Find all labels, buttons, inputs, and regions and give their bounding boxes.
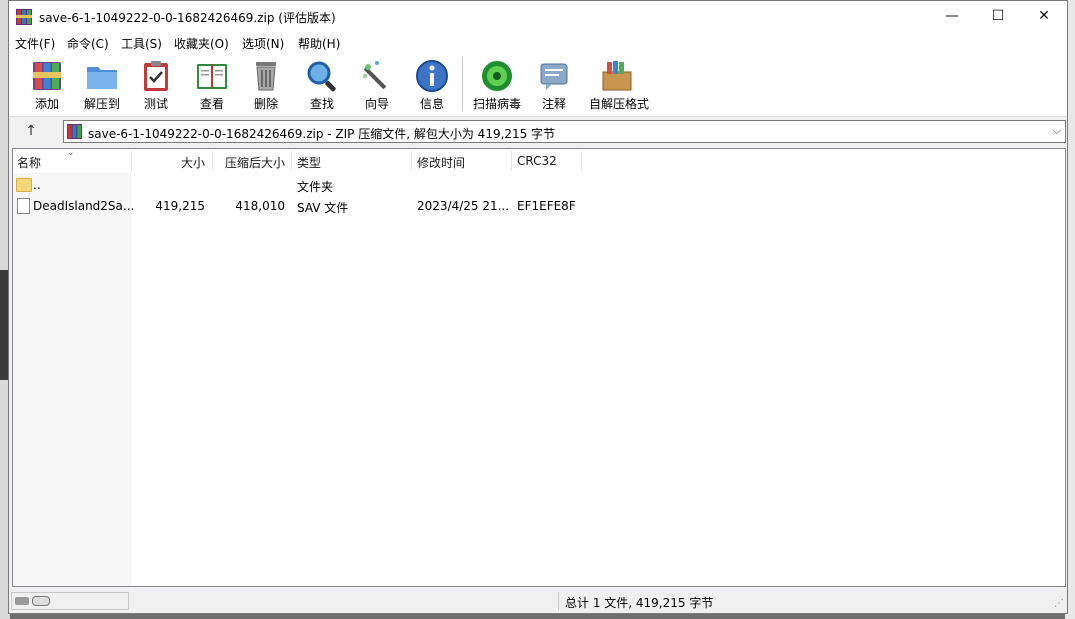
column-divider[interactable]: [581, 151, 582, 171]
add-archive-icon: [33, 62, 61, 90]
address-bar[interactable]: save-6-1-1049222-0-0-1682426469.zip - ZI…: [63, 120, 1066, 143]
up-arrow-icon[interactable]: ↑: [17, 123, 45, 141]
row-crc: EF1EFE8F: [517, 199, 576, 213]
wizard-label: 向导: [364, 97, 389, 111]
sfx-label: 自解压格式: [589, 97, 650, 111]
comment-icon: [540, 63, 568, 90]
column-header-type[interactable]: 类型: [297, 154, 321, 171]
extract-label: 解压到: [83, 97, 120, 111]
column-header-size[interactable]: 大小: [131, 154, 205, 171]
status-summary-panel: 总计 1 文件, 419,215 字节: [558, 592, 859, 610]
archive-icon: [67, 124, 82, 139]
title-bar: save-6-1-1049222-0-0-1682426469.zip (评估版…: [9, 1, 1067, 32]
virus-scan-icon: [482, 61, 512, 91]
virus-scan-label: 扫描病毒: [472, 97, 521, 111]
window-title: save-6-1-1049222-0-0-1682426469.zip (评估版…: [39, 11, 336, 25]
column-header-name[interactable]: 名称: [17, 154, 41, 171]
info-label: 信息: [419, 97, 444, 111]
info-button[interactable]: 信息: [404, 55, 460, 113]
view-label: 查看: [199, 97, 224, 111]
folder-icon: [16, 178, 32, 192]
row-name: ..: [33, 178, 41, 192]
menu-commands[interactable]: 命令(C): [67, 35, 109, 52]
close-button[interactable]: ✕: [1021, 1, 1067, 32]
menu-tools[interactable]: 工具(S): [121, 35, 162, 52]
add-label: 添加: [34, 97, 59, 111]
status-summary: 总计 1 文件, 419,215 字节: [565, 596, 714, 610]
row-size: 419,215: [155, 199, 205, 213]
minimize-button[interactable]: —: [929, 1, 975, 32]
resize-grip-icon[interactable]: ⋰: [1054, 598, 1064, 609]
file-list: 名称 ⌄ 大小 压缩后大小 类型 修改时间 CRC32 .. 文件夹 DeadI: [12, 148, 1066, 587]
column-divider[interactable]: [411, 151, 412, 171]
delete-button[interactable]: 删除: [238, 55, 294, 113]
menu-favorites[interactable]: 收藏夹(O): [174, 35, 229, 52]
row-packed: 418,010: [235, 199, 285, 213]
delete-label: 删除: [253, 97, 278, 111]
menu-bar: 文件(F) 命令(C) 工具(S) 收藏夹(O) 选项(N) 帮助(H): [9, 32, 1067, 52]
test-button[interactable]: 测试: [128, 55, 184, 113]
comment-label: 注释: [541, 97, 566, 111]
find-button[interactable]: 查找: [294, 55, 350, 113]
table-row[interactable]: .. 文件夹: [13, 175, 1065, 196]
column-header-row: 名称 ⌄ 大小 压缩后大小 类型 修改时间 CRC32: [13, 148, 1065, 173]
address-row: ↑ save-6-1-1049222-0-0-1682426469.zip - …: [9, 117, 1067, 147]
menu-options[interactable]: 选项(N): [242, 35, 284, 52]
row-type: SAV 文件: [297, 201, 349, 215]
row-type: 文件夹: [297, 180, 334, 194]
winrar-window: save-6-1-1049222-0-0-1682426469.zip (评估版…: [8, 0, 1068, 614]
comment-button[interactable]: 注释: [526, 55, 582, 113]
sort-caret-icon: ⌄: [67, 148, 75, 158]
column-divider[interactable]: [511, 151, 512, 171]
magnifier-icon: [307, 61, 336, 92]
virus-scan-button[interactable]: 扫描病毒: [469, 55, 525, 113]
find-label: 查找: [309, 97, 334, 111]
menu-file[interactable]: 文件(F): [15, 35, 55, 52]
column-header-crc[interactable]: CRC32: [517, 154, 557, 168]
chevron-down-icon[interactable]: ⌵: [1053, 124, 1061, 138]
key-icon[interactable]: [32, 596, 50, 606]
sfx-box-icon: [602, 61, 632, 91]
menu-help[interactable]: 帮助(H): [298, 35, 340, 52]
table-row[interactable]: DeadIsland2Sa... 419,215 418,010 SAV 文件 …: [13, 196, 1065, 217]
toolbar: 添加 解压到 测试 查看 删除 查找 向导 信息 扫描病毒 注释 自解压格式: [9, 52, 1067, 117]
column-header-modified[interactable]: 修改时间: [417, 154, 465, 171]
status-bar: 总计 1 文件, 419,215 字节 ⋰: [9, 590, 1067, 612]
maximize-button[interactable]: ☐: [975, 1, 1021, 32]
extract-button[interactable]: 解压到: [74, 55, 130, 113]
row-name: DeadIsland2Sa...: [33, 199, 135, 213]
address-text: save-6-1-1049222-0-0-1682426469.zip - ZI…: [88, 127, 556, 141]
trash-icon: [256, 62, 276, 91]
book-view-icon: [197, 64, 227, 89]
file-icon: [17, 198, 30, 214]
status-icons: [11, 592, 129, 610]
info-icon: [416, 60, 448, 92]
column-divider[interactable]: [291, 151, 292, 171]
sfx-button[interactable]: 自解压格式: [589, 55, 649, 113]
toolbar-separator: [462, 57, 463, 111]
test-label: 测试: [143, 97, 168, 111]
add-button[interactable]: 添加: [19, 55, 75, 113]
winrar-app-icon: [16, 9, 32, 25]
row-modified: 2023/4/25 21...: [417, 199, 510, 213]
magic-wand-icon: [363, 61, 386, 89]
test-clipboard-icon: [144, 61, 168, 91]
folder-extract-icon: [87, 67, 117, 89]
view-button[interactable]: 查看: [184, 55, 240, 113]
wizard-button[interactable]: 向导: [349, 55, 405, 113]
column-header-packed[interactable]: 压缩后大小: [212, 154, 285, 171]
drive-icon[interactable]: [15, 597, 29, 605]
